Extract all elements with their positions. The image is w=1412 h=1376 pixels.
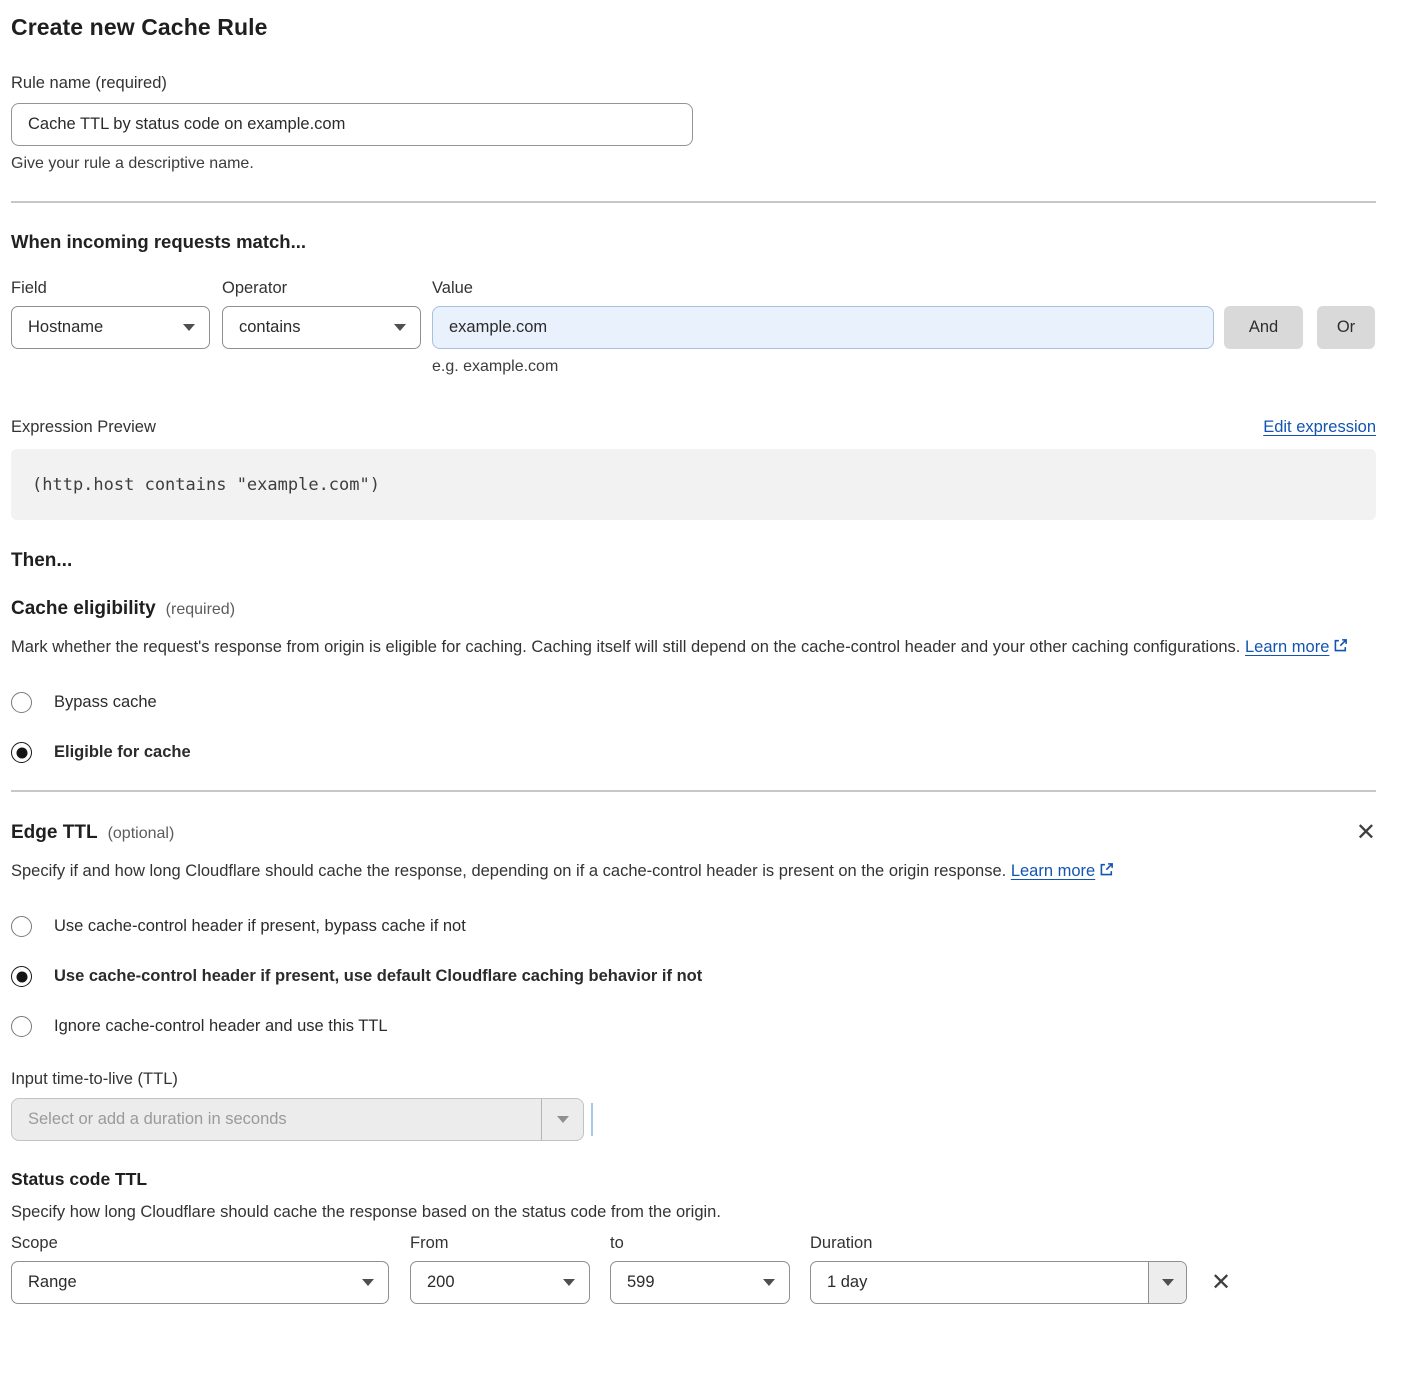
expression-preview-label: Expression Preview — [11, 418, 156, 437]
match-heading: When incoming requests match... — [11, 231, 1376, 253]
create-cache-rule-form: Create new Cache Rule Rule name (require… — [0, 0, 1412, 1304]
ttl-select-arrow-cell[interactable] — [541, 1099, 583, 1140]
radio-label: Eligible for cache — [54, 743, 191, 762]
optional-tag: (optional) — [108, 825, 175, 843]
duration-select-arrow-cell[interactable] — [1148, 1262, 1186, 1303]
or-button[interactable]: Or — [1317, 306, 1375, 349]
chevron-down-icon — [362, 1279, 374, 1286]
required-tag: (required) — [166, 601, 235, 619]
page-title: Create new Cache Rule — [11, 14, 1376, 41]
ttl-input-label: Input time-to-live (TTL) — [11, 1070, 1376, 1089]
learn-more-link[interactable]: Learn more — [1245, 638, 1329, 656]
edge-ttl-header-row: Edge TTL (optional) ✕ — [11, 822, 1376, 844]
rule-name-input[interactable] — [11, 103, 693, 146]
expression-preview-box: (http.host contains "example.com") — [11, 449, 1376, 520]
from-select[interactable]: 200 — [410, 1261, 590, 1304]
duration-select[interactable]: 1 day — [810, 1261, 1187, 1304]
radio-label: Ignore cache-control header and use this… — [54, 1017, 388, 1036]
edit-expression-link[interactable]: Edit expression — [1263, 418, 1376, 437]
edge-ttl-heading-row: Edge TTL (optional) — [11, 822, 174, 844]
value-help: e.g. example.com — [432, 358, 1376, 376]
ttl-select-wrap — [11, 1098, 1376, 1141]
cache-eligibility-description-text: Mark whether the request's response from… — [11, 638, 1240, 656]
value-input[interactable] — [432, 306, 1214, 349]
external-link-icon — [1098, 859, 1115, 887]
radio-ignore-header-ttl[interactable]: Ignore cache-control header and use this… — [11, 1016, 1376, 1037]
field-label: Field — [11, 279, 210, 298]
status-labels-row: Scope From to Duration — [11, 1234, 1376, 1253]
chevron-down-icon — [563, 1279, 575, 1286]
radio-use-header-bypass[interactable]: Use cache-control header if present, byp… — [11, 916, 1376, 937]
status-code-ttl-description: Specify how long Cloudflare should cache… — [11, 1203, 1376, 1222]
chevron-down-icon — [557, 1116, 569, 1123]
radio-label: Bypass cache — [54, 693, 157, 712]
cache-eligibility-heading-row: Cache eligibility (required) — [11, 598, 1376, 620]
edge-ttl-description: Specify if and how long Cloudflare shoul… — [11, 857, 1116, 887]
cache-eligibility-description: Mark whether the request's response from… — [11, 633, 1356, 663]
expression-header: Expression Preview Edit expression — [11, 418, 1376, 437]
expression-code: (http.host contains "example.com") — [32, 475, 380, 495]
divider — [11, 201, 1376, 203]
chevron-down-icon — [763, 1279, 775, 1286]
remove-row-icon[interactable]: ✕ — [1211, 1272, 1231, 1294]
duration-select-value: 1 day — [811, 1262, 1148, 1303]
radio-label: Use cache-control header if present, byp… — [54, 917, 466, 936]
radio-icon[interactable] — [11, 742, 32, 763]
divider — [11, 790, 1376, 792]
ttl-duration-input[interactable] — [12, 1099, 541, 1140]
learn-more-link[interactable]: Learn more — [1011, 862, 1095, 880]
status-controls-row: Range 200 599 1 day ✕ — [11, 1261, 1376, 1304]
radio-icon[interactable] — [11, 966, 32, 987]
duration-label: Duration — [810, 1234, 872, 1253]
from-label: From — [410, 1234, 590, 1253]
external-link-icon — [1332, 635, 1349, 663]
cache-eligibility-heading: Cache eligibility — [11, 598, 156, 620]
radio-eligible-for-cache[interactable]: Eligible for cache — [11, 742, 1376, 763]
from-select-value: 200 — [427, 1273, 455, 1292]
ttl-duration-select[interactable] — [11, 1098, 584, 1141]
then-heading: Then... — [11, 550, 1376, 572]
radio-label: Use cache-control header if present, use… — [54, 967, 702, 986]
close-icon[interactable]: ✕ — [1356, 822, 1376, 844]
rule-name-label: Rule name (required) — [11, 74, 1376, 93]
chevron-down-icon — [183, 324, 195, 331]
to-label: to — [610, 1234, 790, 1253]
status-code-ttl-heading: Status code TTL — [11, 1169, 1376, 1190]
radio-icon[interactable] — [11, 1016, 32, 1037]
edge-ttl-description-text: Specify if and how long Cloudflare shoul… — [11, 862, 1006, 880]
field-select[interactable]: Hostname — [11, 306, 210, 349]
operator-select[interactable]: contains — [222, 306, 421, 349]
match-controls-row: Hostname contains And Or — [11, 306, 1376, 349]
value-label: Value — [432, 279, 473, 298]
to-select[interactable]: 599 — [610, 1261, 790, 1304]
to-select-value: 599 — [627, 1273, 655, 1292]
scope-select-value: Range — [28, 1273, 77, 1292]
field-select-value: Hostname — [28, 318, 103, 337]
chevron-down-icon — [1162, 1279, 1174, 1286]
radio-icon[interactable] — [11, 916, 32, 937]
edge-ttl-heading: Edge TTL — [11, 822, 98, 844]
operator-label: Operator — [222, 279, 421, 298]
scope-select[interactable]: Range — [11, 1261, 389, 1304]
radio-use-header-default[interactable]: Use cache-control header if present, use… — [11, 966, 1376, 987]
chevron-down-icon — [394, 324, 406, 331]
operator-select-value: contains — [239, 318, 300, 337]
match-labels-row: Field Operator Value — [11, 279, 1376, 298]
radio-icon[interactable] — [11, 692, 32, 713]
text-cursor — [591, 1103, 593, 1136]
radio-bypass-cache[interactable]: Bypass cache — [11, 692, 1376, 713]
rule-name-help: Give your rule a descriptive name. — [11, 155, 1376, 173]
and-button[interactable]: And — [1224, 306, 1303, 349]
scope-label: Scope — [11, 1234, 389, 1253]
